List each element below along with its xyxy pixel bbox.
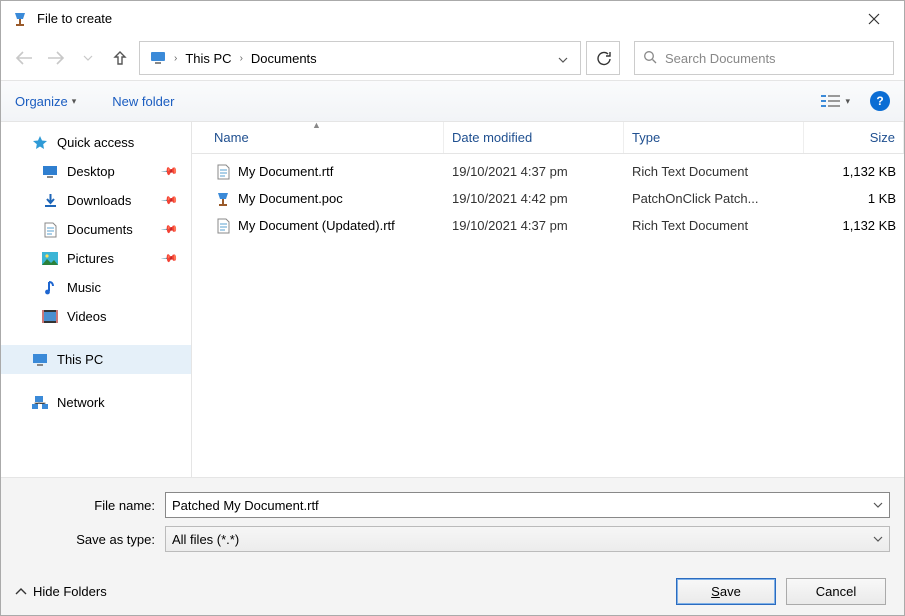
file-icon xyxy=(214,217,232,235)
file-row[interactable]: My Document.poc 19/10/2021 4:42 pmPatchOn… xyxy=(192,185,904,212)
breadcrumb-documents[interactable]: Documents xyxy=(247,42,321,74)
chevron-down-icon[interactable] xyxy=(873,534,883,544)
address-bar[interactable]: › This PC › Documents xyxy=(139,41,581,75)
pin-icon: 📌 xyxy=(161,191,180,210)
file-type: PatchOnClick Patch... xyxy=(624,191,804,206)
sidebar-label: Quick access xyxy=(57,135,134,150)
col-date[interactable]: Date modified xyxy=(444,122,624,153)
file-type: Rich Text Document xyxy=(624,164,804,179)
pin-icon: 📌 xyxy=(161,249,180,268)
file-row[interactable]: My Document.rtf 19/10/2021 4:37 pmRich Te… xyxy=(192,158,904,185)
sidebar-item-desktop[interactable]: Desktop 📌 xyxy=(1,157,191,186)
network-icon xyxy=(31,394,49,412)
sidebar: Quick access Desktop 📌 Downloads 📌 Docum… xyxy=(1,122,192,477)
sidebar-item-thispc[interactable]: This PC xyxy=(1,345,191,374)
sidebar-label: Music xyxy=(67,280,101,295)
videos-icon xyxy=(41,308,59,326)
file-name: My Document (Updated).rtf xyxy=(238,218,395,233)
file-list: ▲ Name Date modified Type Size My Docume… xyxy=(192,122,904,477)
window-title: File to create xyxy=(37,11,854,26)
close-button[interactable] xyxy=(854,4,894,34)
desktop-icon xyxy=(41,163,59,181)
file-date: 19/10/2021 4:42 pm xyxy=(444,191,624,206)
refresh-button[interactable] xyxy=(586,41,620,75)
save-button[interactable]: Save xyxy=(676,578,776,605)
toolbar: Organize ▾ New folder ▾ ? xyxy=(1,80,904,122)
pc-icon xyxy=(146,42,170,74)
file-size: 1 KB xyxy=(804,191,904,206)
search-icon xyxy=(643,50,657,67)
forward-button[interactable] xyxy=(43,45,69,71)
sidebar-item-documents[interactable]: Documents 📌 xyxy=(1,215,191,244)
app-icon xyxy=(11,10,29,28)
title-bar: File to create xyxy=(1,1,904,36)
saveastype-label: Save as type: xyxy=(15,532,165,547)
sidebar-label: Downloads xyxy=(67,193,131,208)
sidebar-label: Pictures xyxy=(67,251,114,266)
chevron-up-icon xyxy=(15,588,27,596)
nav-row: › This PC › Documents Search Documents xyxy=(1,36,904,80)
file-date: 19/10/2021 4:37 pm xyxy=(444,164,624,179)
sidebar-item-music[interactable]: Music xyxy=(1,273,191,302)
new-folder-button[interactable]: New folder xyxy=(112,94,174,109)
up-button[interactable] xyxy=(107,45,133,71)
document-icon xyxy=(41,221,59,239)
column-headers: ▲ Name Date modified Type Size xyxy=(192,122,904,154)
recent-dropdown[interactable] xyxy=(75,45,101,71)
file-date: 19/10/2021 4:37 pm xyxy=(444,218,624,233)
file-row[interactable]: My Document (Updated).rtf 19/10/2021 4:37… xyxy=(192,212,904,239)
organize-button[interactable]: Organize ▾ xyxy=(15,94,76,109)
col-name[interactable]: Name xyxy=(206,122,444,153)
col-size[interactable]: Size xyxy=(804,122,904,153)
chevron-down-icon[interactable] xyxy=(873,500,883,510)
cancel-button[interactable]: Cancel xyxy=(786,578,886,605)
address-dropdown[interactable] xyxy=(552,51,574,66)
sort-indicator-icon: ▲ xyxy=(312,120,321,130)
sidebar-label: Documents xyxy=(67,222,133,237)
file-icon xyxy=(214,190,232,208)
saveastype-value: All files (*.*) xyxy=(172,532,239,547)
music-icon xyxy=(41,279,59,297)
file-type: Rich Text Document xyxy=(624,218,804,233)
file-icon xyxy=(214,163,232,181)
file-name: My Document.rtf xyxy=(238,164,333,179)
back-button[interactable] xyxy=(11,45,37,71)
chevron-right-icon[interactable]: › xyxy=(236,53,247,64)
file-size: 1,132 KB xyxy=(804,218,904,233)
saveastype-select[interactable]: All files (*.*) xyxy=(165,526,890,552)
bottom-panel: File name: Patched My Document.rtf Save … xyxy=(1,477,904,615)
pictures-icon xyxy=(41,250,59,268)
hide-folders-button[interactable]: Hide Folders xyxy=(15,584,107,599)
search-input[interactable]: Search Documents xyxy=(634,41,894,75)
sidebar-label: Network xyxy=(57,395,105,410)
details-view-icon xyxy=(821,94,841,108)
star-icon xyxy=(31,134,49,152)
download-icon xyxy=(41,192,59,210)
filename-value: Patched My Document.rtf xyxy=(172,498,319,513)
help-button[interactable]: ? xyxy=(870,91,890,111)
view-button[interactable]: ▾ xyxy=(821,94,850,108)
pin-icon: 📌 xyxy=(161,220,180,239)
sidebar-label: Desktop xyxy=(67,164,115,179)
search-placeholder: Search Documents xyxy=(665,51,776,66)
pin-icon: 📌 xyxy=(161,162,180,181)
chevron-down-icon: ▾ xyxy=(72,96,77,107)
pc-icon xyxy=(31,351,49,369)
sidebar-item-videos[interactable]: Videos xyxy=(1,302,191,331)
main-area: Quick access Desktop 📌 Downloads 📌 Docum… xyxy=(1,122,904,477)
sidebar-item-quickaccess[interactable]: Quick access xyxy=(1,128,191,157)
filename-input[interactable]: Patched My Document.rtf xyxy=(165,492,890,518)
file-size: 1,132 KB xyxy=(804,164,904,179)
chevron-right-icon[interactable]: › xyxy=(170,53,181,64)
sidebar-item-network[interactable]: Network xyxy=(1,388,191,417)
sidebar-item-pictures[interactable]: Pictures 📌 xyxy=(1,244,191,273)
breadcrumb-thispc[interactable]: This PC xyxy=(181,42,235,74)
sidebar-label: Videos xyxy=(67,309,107,324)
sidebar-item-downloads[interactable]: Downloads 📌 xyxy=(1,186,191,215)
filename-label: File name: xyxy=(15,498,165,513)
file-name: My Document.poc xyxy=(238,191,343,206)
col-type[interactable]: Type xyxy=(624,122,804,153)
sidebar-label: This PC xyxy=(57,352,103,367)
chevron-down-icon: ▾ xyxy=(845,96,850,107)
